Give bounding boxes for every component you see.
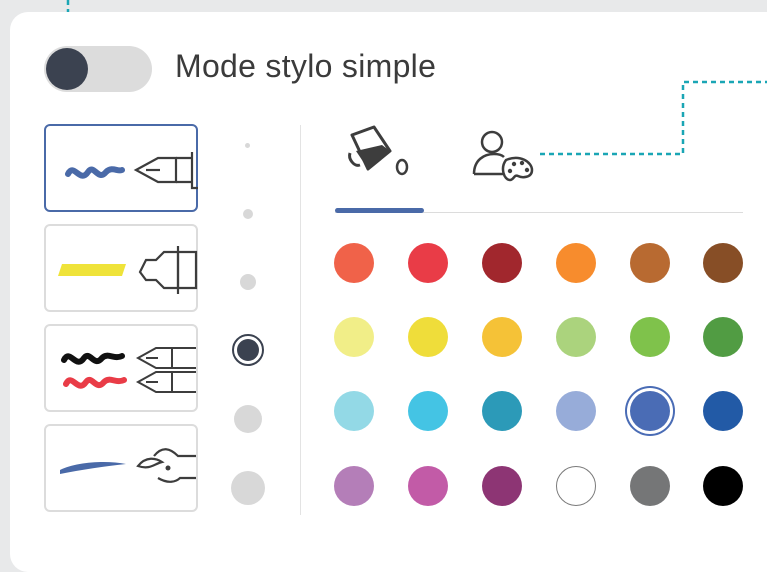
highlighter-tool-button[interactable] [44, 224, 198, 312]
paint-bucket-icon [348, 125, 409, 176]
brush-tool-button[interactable] [44, 424, 198, 512]
double-pen-tool-button[interactable] [44, 324, 198, 412]
color-swatch[interactable] [703, 391, 743, 431]
active-tab-indicator [335, 208, 424, 213]
color-swatch[interactable] [334, 391, 374, 431]
highlighter-tool-icon [58, 246, 198, 294]
size-option-4-selected[interactable] [232, 334, 264, 366]
fill-color-tab[interactable] [346, 125, 416, 185]
user-palette-icon [472, 130, 534, 182]
color-swatch[interactable] [703, 317, 743, 357]
size-option-6[interactable] [231, 471, 265, 505]
size-option-5[interactable] [234, 405, 262, 433]
color-swatch-selected[interactable] [630, 391, 670, 431]
size-option-2[interactable] [243, 209, 253, 219]
pen-tool-icon [65, 152, 198, 190]
color-swatch[interactable] [408, 391, 448, 431]
color-swatch[interactable] [482, 466, 522, 506]
double-pen-tool-icon [61, 347, 196, 393]
custom-color-tab[interactable] [470, 128, 540, 188]
vertical-divider [300, 125, 301, 515]
color-swatch[interactable] [334, 317, 374, 357]
color-swatch[interactable] [556, 391, 596, 431]
color-swatch[interactable] [556, 466, 596, 506]
color-swatch[interactable] [556, 243, 596, 283]
color-swatch[interactable] [408, 243, 448, 283]
color-swatch[interactable] [630, 466, 670, 506]
toggle-knob [46, 48, 88, 90]
brush-tool-icon [60, 448, 196, 483]
color-swatch[interactable] [703, 466, 743, 506]
color-swatch[interactable] [408, 317, 448, 357]
color-swatch[interactable] [482, 243, 522, 283]
color-swatch[interactable] [334, 243, 374, 283]
size-option-1[interactable] [245, 143, 250, 148]
color-swatch[interactable] [334, 466, 374, 506]
connector-line-right [540, 80, 767, 156]
color-swatch[interactable] [630, 243, 670, 283]
size-option-3[interactable] [240, 274, 256, 290]
color-swatch[interactable] [482, 391, 522, 431]
simple-pen-mode-toggle[interactable] [44, 46, 152, 92]
color-swatch[interactable] [482, 317, 522, 357]
toggle-label: Mode stylo simple [175, 48, 437, 84]
color-swatch[interactable] [703, 243, 743, 283]
pen-tool-button[interactable] [44, 124, 198, 212]
size-option-4-fill [237, 339, 259, 361]
color-swatch[interactable] [408, 466, 448, 506]
color-swatch[interactable] [630, 317, 670, 357]
color-swatch[interactable] [556, 317, 596, 357]
